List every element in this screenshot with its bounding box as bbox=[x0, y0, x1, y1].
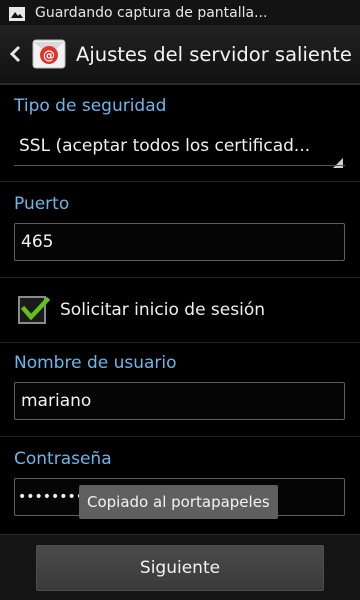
spinner-underline bbox=[14, 165, 345, 166]
bottom-bar: Siguiente bbox=[0, 534, 360, 600]
email-at-icon[interactable]: @ bbox=[32, 37, 66, 71]
login-required-row[interactable]: Solicitar inicio de sesión bbox=[14, 290, 344, 330]
password-label: Contraseña bbox=[14, 449, 112, 469]
chevron-left-icon[interactable] bbox=[8, 44, 24, 64]
divider bbox=[0, 436, 360, 437]
username-input[interactable]: mariano bbox=[14, 382, 345, 420]
port-input[interactable]: 465 bbox=[14, 223, 345, 261]
toast-message: Copiado al portapapeles bbox=[79, 485, 278, 519]
svg-text:@: @ bbox=[43, 49, 55, 63]
divider bbox=[0, 181, 360, 182]
username-value: mariano bbox=[21, 391, 92, 411]
login-required-label: Solicitar inicio de sesión bbox=[60, 300, 266, 320]
port-value: 465 bbox=[21, 232, 54, 252]
security-type-spinner[interactable]: SSL (aceptar todos los certificad... bbox=[14, 126, 345, 168]
port-label: Puerto bbox=[14, 194, 70, 214]
image-icon bbox=[9, 6, 25, 21]
login-required-checkbox[interactable] bbox=[18, 296, 51, 324]
divider bbox=[0, 342, 360, 343]
security-type-label: Tipo de seguridad bbox=[14, 96, 167, 116]
security-type-value: SSL (aceptar todos los certificad... bbox=[19, 136, 311, 156]
status-notification-text: Guardando captura de pantalla... bbox=[35, 4, 268, 21]
page-title: Ajustes del servidor saliente bbox=[76, 42, 352, 66]
next-button[interactable]: Siguiente bbox=[36, 545, 324, 591]
dropdown-corner-icon bbox=[333, 153, 343, 168]
username-label: Nombre de usuario bbox=[14, 353, 177, 373]
action-bar: @ Ajustes del servidor saliente bbox=[0, 25, 360, 85]
password-value: •••••••• bbox=[18, 489, 85, 505]
divider bbox=[0, 277, 360, 278]
checkmark-icon bbox=[20, 296, 51, 321]
status-bar: Guardando captura de pantalla... bbox=[0, 0, 360, 25]
